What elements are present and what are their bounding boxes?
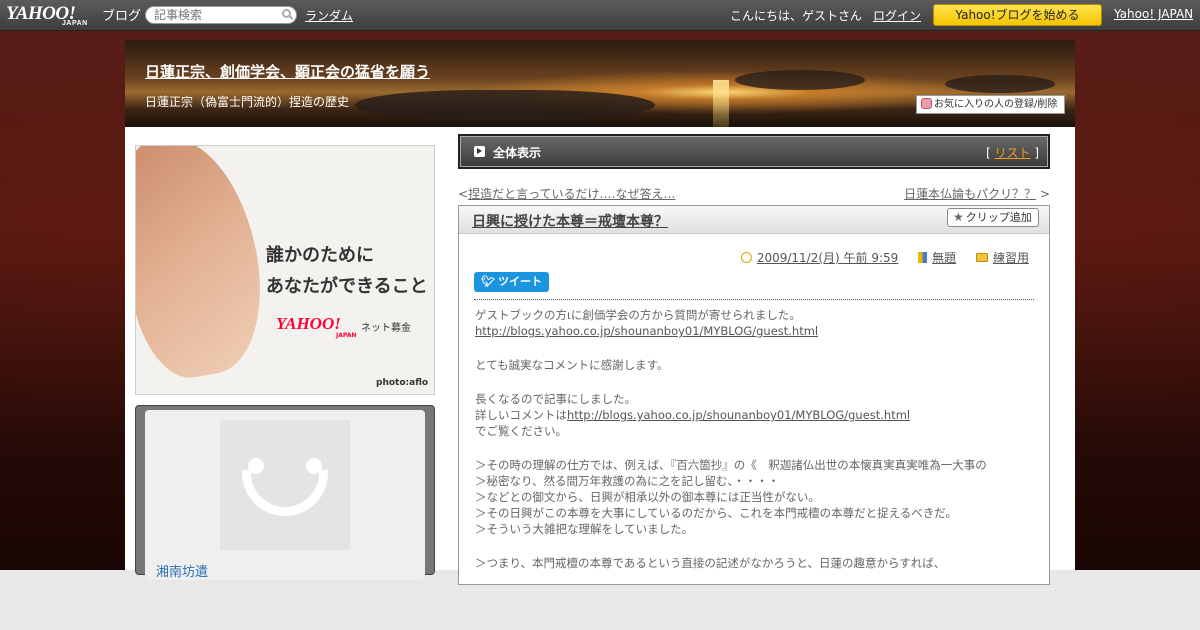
bracket-close: ] xyxy=(1030,146,1039,160)
guestbook-link[interactable]: http://blogs.yahoo.co.jp/shounanboy01/MY… xyxy=(475,323,1035,339)
greeting-text: こんにちは、ゲストさん xyxy=(730,9,863,23)
blog-frame: 日蓮正宗、創価学会、顕正会の猛省を願う 日蓮正宗（偽富士門流的）捏造の歴史 お気… xyxy=(125,40,1075,585)
star-icon: ★ xyxy=(953,210,964,224)
article-title[interactable]: 日興に授けた本尊＝戒壇本尊？ xyxy=(472,211,668,231)
folder-icon xyxy=(975,253,988,262)
banner-sun-reflection xyxy=(713,80,729,127)
list-link[interactable]: リスト xyxy=(994,146,1030,160)
ad-service-name: ネット募金 xyxy=(361,323,411,334)
body-line: ＞その時の理解の仕方では、例えば、『百六箇抄』の《 釈迦諸仏出世の本懐真実真実唯… xyxy=(475,458,987,472)
logo-blog-text: ブログ xyxy=(102,8,142,23)
article-book[interactable]: 無題 xyxy=(932,251,956,265)
search-input[interactable] xyxy=(154,8,274,22)
guestbook-link[interactable]: http://blogs.yahoo.co.jp/shounanboy01/MY… xyxy=(567,408,910,422)
profile-name[interactable]: 湘南坊遺 xyxy=(156,561,208,580)
list-bar: 全体表示 [ リスト ] xyxy=(458,134,1050,169)
logo-sub-text: JAPAN xyxy=(62,20,88,27)
body-line: ＞などとの御文から、日興が相承以外の御本尊には正当性がない。 xyxy=(475,490,820,504)
body-line: ＞つまり、本門戒檀の本尊であるという直接の記述がなかろうと、日蓮の趣意からすれば… xyxy=(475,556,946,570)
profile-card: 湘南坊遺 xyxy=(145,410,425,580)
search-icon[interactable] xyxy=(282,9,291,18)
all-view-label[interactable]: 全体表示 xyxy=(493,144,541,161)
list-link-wrap: [ リスト ] xyxy=(986,144,1039,161)
prev-arrow: < xyxy=(458,187,469,201)
divider xyxy=(474,299,1034,300)
body-line: ＞そういう大雑把な理解をしていました。 xyxy=(475,522,694,536)
article: 日興に授けた本尊＝戒壇本尊？ ★ クリップ追加 2009/11/2(月) 午前 9… xyxy=(458,205,1050,585)
heart-icon xyxy=(921,98,932,109)
body-line-prefix: 詳しいコメントは xyxy=(475,408,567,422)
next-article-link[interactable]: 日蓮本仏論もパクリ？？ > xyxy=(904,185,1050,202)
body-gap xyxy=(475,537,1035,555)
search-box xyxy=(145,6,297,24)
article-meta: 2009/11/2(月) 午前 9:59 無題 練習用 xyxy=(725,249,1029,266)
blog-title[interactable]: 日蓮正宗、創価学会、顕正会の猛省を願う xyxy=(145,61,430,82)
banner-ice-floe xyxy=(735,70,865,90)
body-gap xyxy=(475,439,1035,457)
next-arrow: > xyxy=(1036,187,1050,201)
article-category[interactable]: 練習用 xyxy=(993,251,1029,265)
profile-box: 湘南坊遺 xyxy=(135,405,435,580)
article-body: ゲストブックの方ιに創価学会の方から質問が寄せられました。 http://blo… xyxy=(475,307,1035,571)
arrow-right-icon xyxy=(474,146,485,157)
banner-ice-floe xyxy=(355,90,655,120)
avatar-smile xyxy=(242,470,328,516)
article-date[interactable]: 2009/11/2(月) 午前 9:59 xyxy=(757,251,898,265)
twitter-bird-icon: 🐦︎ xyxy=(481,275,495,288)
book-icon xyxy=(918,252,928,263)
blog-description: 日蓮正宗（偽富士門流的）捏造の歴史 xyxy=(145,95,350,109)
yahoo-topbar: YAHOO! JAPAN ブログ ランダム こんにちは、ゲストさん ログイン Y… xyxy=(0,0,1200,31)
body-line: ＞秘密なり、然る間万年救護の為に之を記し留む、・・・・ xyxy=(475,474,780,488)
charity-ad[interactable]: 誰かのために あなたができること YAHOO! JAPAN ネット募金 phot… xyxy=(135,145,435,395)
yahoo-japan-link[interactable]: Yahoo! JAPAN xyxy=(1114,7,1193,21)
ad-headline-2: あなたができること xyxy=(266,276,428,297)
body-gap xyxy=(475,339,1035,357)
header-banner: 日蓮正宗、創価学会、顕正会の猛省を願う 日蓮正宗（偽富士門流的）捏造の歴史 お気… xyxy=(125,40,1075,127)
tweet-label: ツイート xyxy=(497,275,542,288)
body-line: とても誠実なコメントに感謝します。 xyxy=(475,358,669,372)
body-gap xyxy=(475,373,1035,391)
body-line-with-link: 詳しいコメントはhttp://blogs.yahoo.co.jp/shounan… xyxy=(475,407,1035,423)
favorite-label: お気に入りの人の登録/削除 xyxy=(934,99,1058,110)
article-header: 日興に授けた本尊＝戒壇本尊？ ★ クリップ追加 xyxy=(459,206,1049,234)
prev-article-title[interactable]: 捏造だと言っているだけ‥‥なぜ答え… xyxy=(468,187,675,201)
ad-yahoo-logo: YAHOO! xyxy=(276,314,341,333)
yahoo-blog-logo[interactable]: YAHOO! JAPAN ブログ xyxy=(6,3,141,27)
body-line: ゲストブックの方ιに創価学会の方から質問が寄せられました。 xyxy=(475,308,801,322)
favorite-button[interactable]: お気に入りの人の登録/削除 xyxy=(916,95,1065,114)
random-link[interactable]: ランダム xyxy=(305,7,353,24)
login-link[interactable]: ログイン xyxy=(873,7,921,24)
body-line: でご覧ください。 xyxy=(475,424,567,438)
ad-yahoo-logo-sub: JAPAN xyxy=(336,332,357,339)
ad-photo-credit: photo:aflo xyxy=(376,378,429,388)
clock-icon xyxy=(740,252,752,263)
tweet-button[interactable]: 🐦︎ ツイート xyxy=(474,272,549,292)
body-line: ＞その日興がこの本尊を大事にしているのだから、これを本門戒檀の本尊だと捉えるべき… xyxy=(475,506,957,520)
clip-label: クリップ追加 xyxy=(965,211,1032,224)
avatar[interactable] xyxy=(220,420,350,550)
prev-article-link[interactable]: <捏造だと言っているだけ‥‥なぜ答え… xyxy=(458,185,675,202)
next-article-title[interactable]: 日蓮本仏論もパクリ？？ xyxy=(904,187,1036,201)
start-blog-button[interactable]: Yahoo!ブログを始める xyxy=(933,4,1102,26)
body-line: 長くなるので記事にしました。 xyxy=(475,392,636,406)
clip-add-button[interactable]: ★ クリップ追加 xyxy=(947,208,1039,227)
hand-image xyxy=(136,146,276,386)
ad-headline-1: 誰かのために xyxy=(266,245,374,266)
banner-ice-floe xyxy=(945,75,1055,93)
